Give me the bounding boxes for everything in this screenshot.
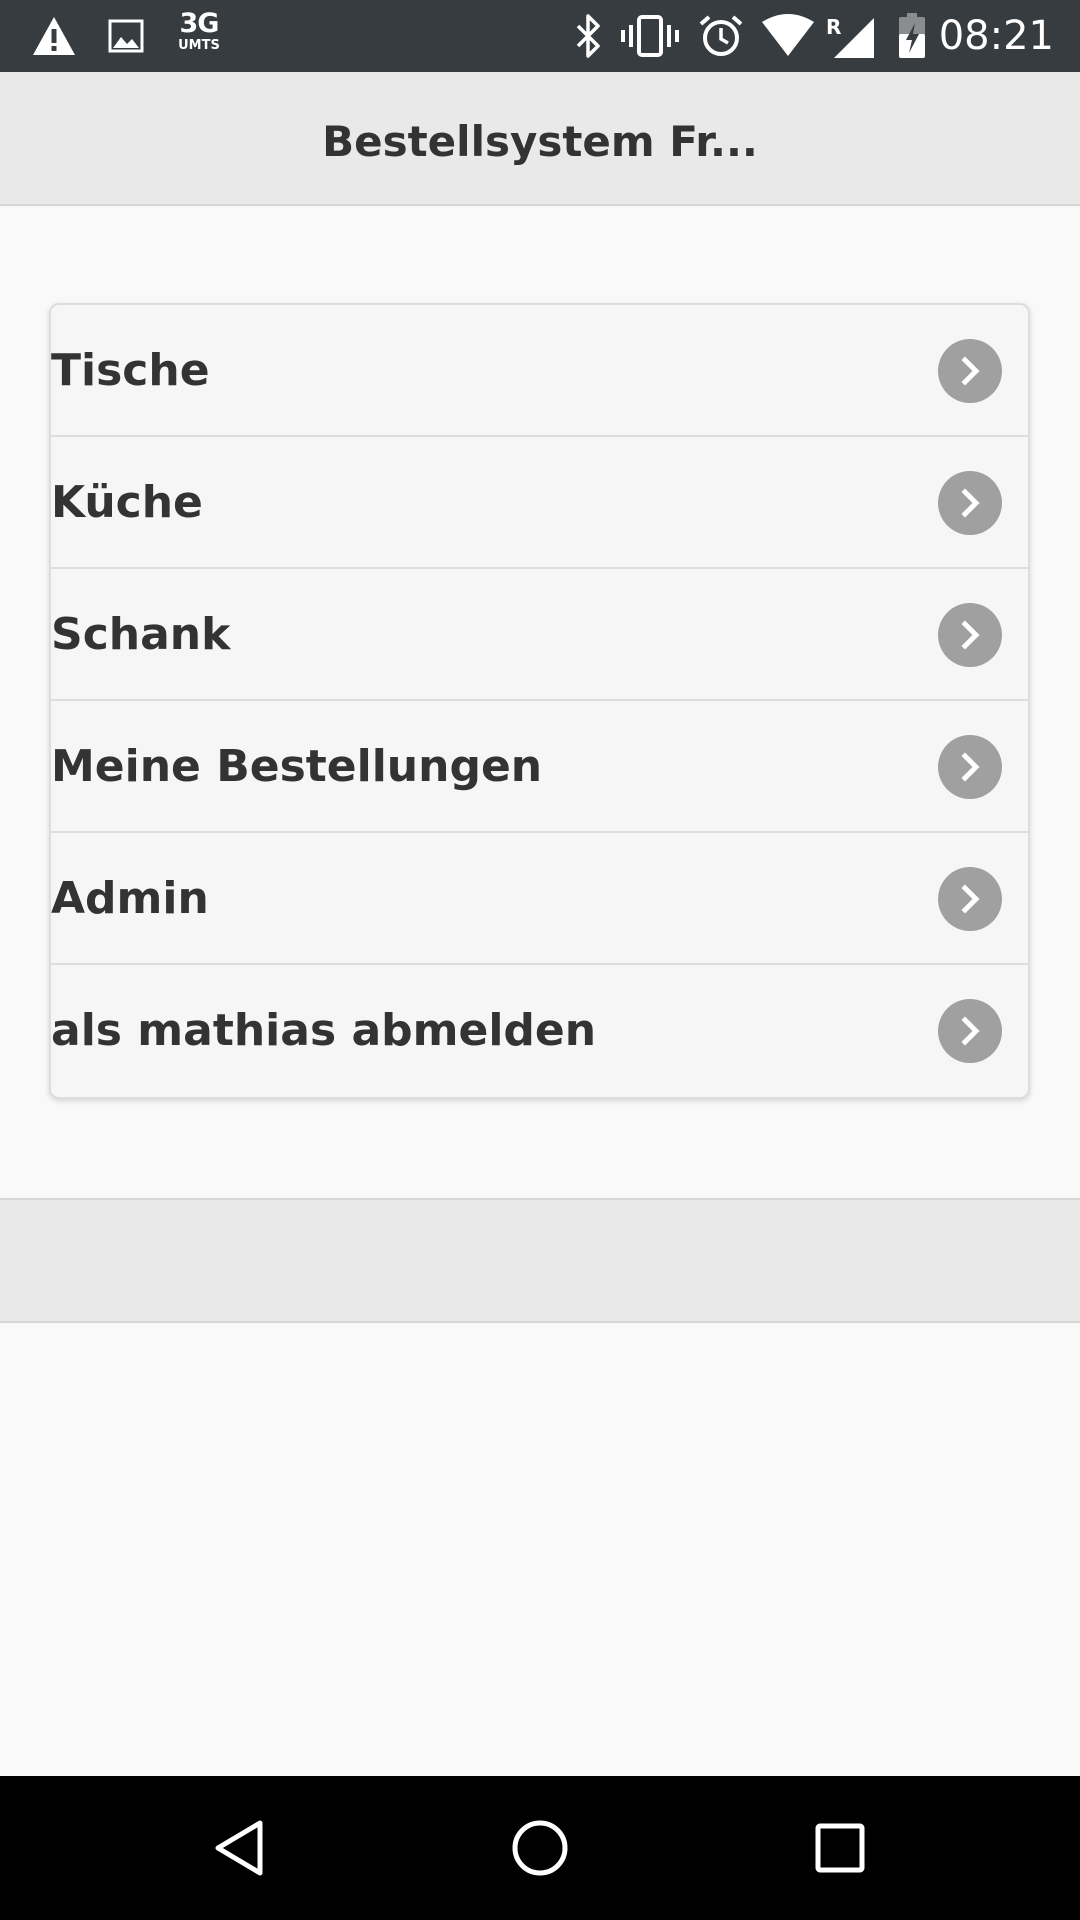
bluetooth-icon [570, 0, 606, 72]
clock: 08:21 [938, 13, 1054, 59]
chevron-right-icon [938, 339, 1002, 403]
header-bar: Bestellsystem Fr... [0, 72, 1080, 206]
back-icon[interactable] [180, 1776, 300, 1920]
image-icon [106, 0, 146, 72]
chevron-right-icon [938, 735, 1002, 799]
chevron-right-icon [938, 999, 1002, 1063]
menu-item-label: als mathias abmelden [51, 1005, 597, 1056]
alarm-icon [696, 0, 746, 72]
status-bar: 3G UMTS R 08:21 [0, 0, 1080, 72]
menu-item-logout[interactable]: als mathias abmelden [51, 965, 1028, 1097]
menu-item-admin[interactable]: Admin [51, 833, 1028, 965]
network-type-indicator: 3G UMTS [176, 10, 222, 52]
menu-item-meine-bestellungen[interactable]: Meine Bestellungen [51, 701, 1028, 833]
menu-item-kueche[interactable]: Küche [51, 437, 1028, 569]
main-menu: Tische Küche Schank Meine Bestellungen A… [49, 303, 1030, 1099]
menu-item-tische[interactable]: Tische [51, 305, 1028, 437]
roaming-indicator: R [826, 15, 841, 39]
footer-bar [0, 1198, 1080, 1323]
menu-item-label: Tische [51, 345, 210, 396]
menu-item-label: Admin [51, 873, 209, 924]
chevron-right-icon [938, 471, 1002, 535]
menu-item-schank[interactable]: Schank [51, 569, 1028, 701]
page-title: Bestellsystem Fr... [322, 117, 758, 166]
chevron-right-icon [938, 867, 1002, 931]
home-icon[interactable] [480, 1776, 600, 1920]
network-sub: UMTS [178, 38, 220, 53]
network-type: 3G [179, 8, 220, 39]
signal-icon: R [824, 0, 876, 72]
menu-item-label: Meine Bestellungen [51, 741, 543, 792]
menu-item-label: Schank [51, 609, 231, 660]
recents-icon[interactable] [780, 1776, 900, 1920]
system-nav-bar [0, 1776, 1080, 1920]
chevron-right-icon [938, 603, 1002, 667]
warning-icon [30, 0, 78, 72]
menu-item-label: Küche [51, 477, 203, 528]
battery-icon [894, 0, 930, 72]
vibrate-icon [620, 0, 680, 72]
wifi-icon [758, 0, 818, 72]
